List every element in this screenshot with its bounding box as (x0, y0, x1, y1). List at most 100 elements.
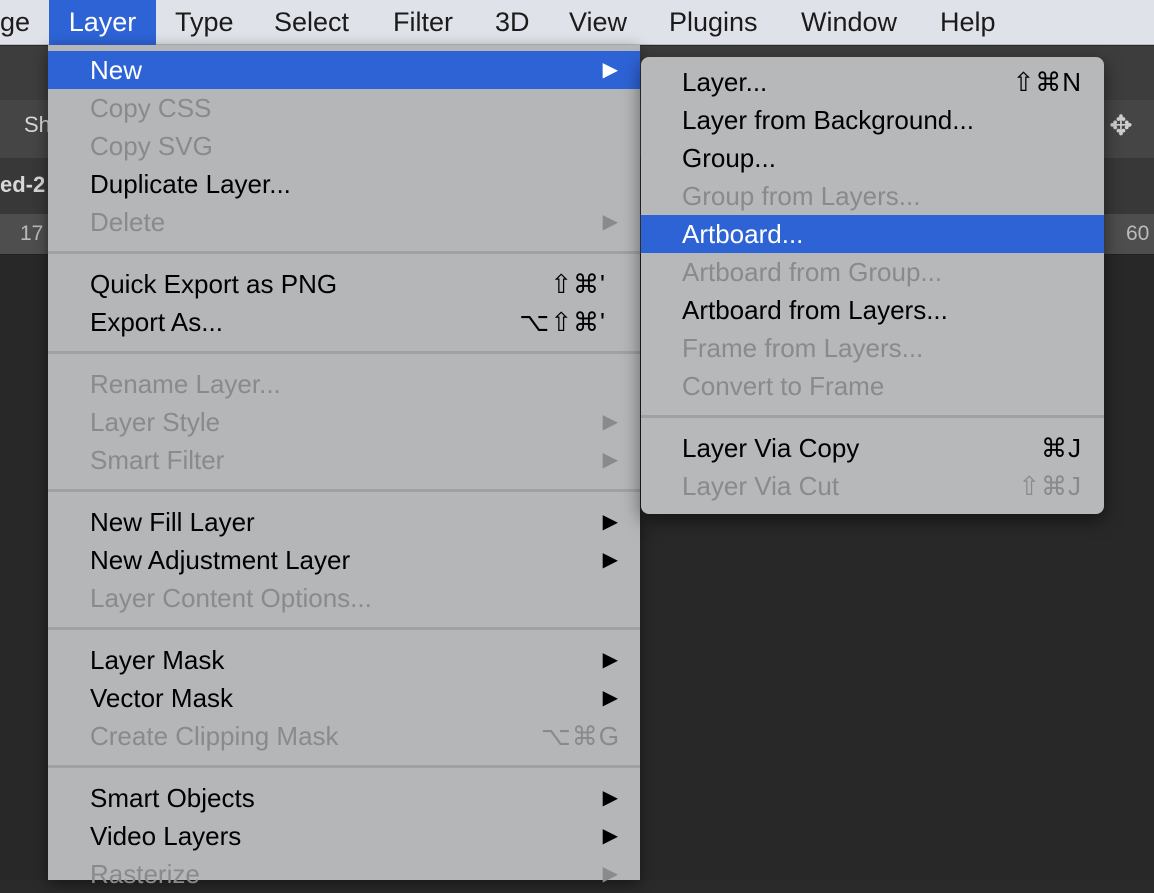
menubar-item-window[interactable]: Window (801, 0, 897, 45)
submenu-arrow-icon: ▶ (602, 211, 618, 233)
menu-item-create-clipping-mask[interactable]: Create Clipping Mask ⌥⌘G (48, 717, 640, 755)
submenu-arrow-icon: ▶ (602, 687, 618, 709)
menu-item-label: Vector Mask (90, 683, 234, 713)
menubar: ge Layer Type Select Filter 3D View Plug… (0, 0, 1154, 45)
move-icon[interactable]: ✥ (1103, 108, 1139, 144)
menu-item-label: Group... (682, 143, 776, 173)
menu-item-label: Artboard... (682, 219, 804, 249)
submenu-arrow-icon: ▶ (602, 549, 618, 571)
submenu-item-frame-from-layers[interactable]: Frame from Layers... (641, 329, 1104, 367)
menubar-item-layer[interactable]: Layer (49, 0, 156, 45)
menu-separator (48, 251, 640, 254)
menu-item-label: Quick Export as PNG (90, 269, 338, 299)
submenu-item-artboard[interactable]: Artboard... (641, 215, 1104, 253)
menu-item-label: Convert to Frame (682, 371, 885, 401)
submenu-arrow-icon: ▶ (602, 863, 618, 885)
submenu-arrow-icon: ▶ (602, 787, 618, 809)
menu-item-label: Frame from Layers... (682, 333, 924, 363)
menu-item-layer-mask[interactable]: Layer Mask ▶ (48, 641, 640, 679)
menu-item-export-as[interactable]: Export As... ⌥⇧⌘' (48, 303, 640, 341)
menu-separator (48, 351, 640, 354)
submenu-arrow-icon: ▶ (602, 59, 618, 81)
menu-separator (48, 489, 640, 492)
menubar-item-filter[interactable]: Filter (393, 0, 453, 45)
ruler-tick-label: 17 (20, 222, 44, 245)
menubar-item-view[interactable]: View (569, 0, 627, 45)
menu-item-delete[interactable]: Delete ▶ (48, 203, 640, 241)
menu-item-label: Layer Via Cut (682, 471, 840, 501)
menu-item-label: Video Layers (90, 821, 242, 851)
menu-item-label: Smart Filter (90, 445, 225, 475)
show-checkbox-label: Sh (24, 112, 51, 137)
menu-item-copy-svg[interactable]: Copy SVG (48, 127, 640, 165)
menu-item-label: Delete (90, 207, 166, 237)
menu-item-label: Rasterize (90, 859, 200, 889)
submenu-item-group-from-layers[interactable]: Group from Layers... (641, 177, 1104, 215)
menu-item-new-fill-layer[interactable]: New Fill Layer ▶ (48, 503, 640, 541)
menu-item-shortcut: ⌥⌘G (540, 721, 620, 751)
submenu-item-group[interactable]: Group... (641, 139, 1104, 177)
submenu-arrow-icon: ▶ (602, 825, 618, 847)
menu-item-shortcut: ⌥⇧⌘' (519, 307, 606, 337)
menubar-item-help[interactable]: Help (940, 0, 996, 45)
menu-item-label: Smart Objects (90, 783, 255, 813)
menu-item-new[interactable]: New ▶ (48, 51, 640, 89)
submenu-item-layer-via-copy[interactable]: Layer Via Copy ⌘J (641, 429, 1104, 467)
ruler-tick-label: 60 (1126, 222, 1150, 245)
menu-item-label: New Adjustment Layer (90, 545, 351, 575)
menu-item-duplicate-layer[interactable]: Duplicate Layer... (48, 165, 640, 203)
menu-item-new-adjustment-layer[interactable]: New Adjustment Layer ▶ (48, 541, 640, 579)
menu-item-label: Layer Via Copy (682, 433, 860, 463)
submenu-item-layer-via-cut[interactable]: Layer Via Cut ⇧⌘J (641, 467, 1104, 505)
menu-item-layer-content-options[interactable]: Layer Content Options... (48, 579, 640, 617)
submenu-arrow-icon: ▶ (602, 511, 618, 533)
menu-item-rasterize[interactable]: Rasterize ▶ (48, 855, 640, 893)
menu-item-shortcut: ⇧⌘J (1018, 471, 1082, 501)
layer-menu: New ▶ Copy CSS Copy SVG Duplicate Layer.… (48, 45, 640, 889)
menubar-item-3d[interactable]: 3D (495, 0, 530, 45)
menu-item-label: New Fill Layer (90, 507, 255, 537)
menu-item-label: Layer Mask (90, 645, 225, 675)
menu-item-label: Export As... (90, 307, 223, 337)
submenu-arrow-icon: ▶ (602, 411, 618, 433)
menu-item-label: Layer Content Options... (90, 583, 372, 613)
menu-item-label: Copy CSS (90, 93, 212, 123)
menu-item-vector-mask[interactable]: Vector Mask ▶ (48, 679, 640, 717)
menu-item-shortcut: ⇧⌘N (1012, 67, 1082, 97)
menu-item-shortcut: ⇧⌘' (550, 269, 606, 299)
submenu-item-artboard-from-layers[interactable]: Artboard from Layers... (641, 291, 1104, 329)
menu-separator (641, 415, 1104, 418)
menubar-item-select[interactable]: Select (274, 0, 349, 45)
menu-item-label: Copy SVG (90, 131, 213, 161)
menubar-item-plugins[interactable]: Plugins (669, 0, 758, 45)
menu-item-label: Group from Layers... (682, 181, 921, 211)
submenu-arrow-icon: ▶ (602, 649, 618, 671)
menu-separator (48, 765, 640, 768)
menu-item-smart-objects[interactable]: Smart Objects ▶ (48, 779, 640, 817)
menu-item-label: Artboard from Layers... (682, 295, 948, 325)
menu-item-label: Duplicate Layer... (90, 169, 291, 199)
menubar-item-type[interactable]: Type (175, 0, 234, 45)
menu-item-label: Artboard from Group... (682, 257, 943, 287)
menubar-item-image[interactable]: ge (0, 0, 30, 45)
submenu-arrow-icon: ▶ (602, 449, 618, 471)
menu-item-label: New (90, 55, 143, 85)
new-submenu: Layer... ⇧⌘N Layer from Background... Gr… (641, 57, 1104, 514)
submenu-item-convert-to-frame[interactable]: Convert to Frame (641, 367, 1104, 405)
menu-item-label: Layer Style (90, 407, 221, 437)
menu-item-video-layers[interactable]: Video Layers ▶ (48, 817, 640, 855)
submenu-item-layer-from-background[interactable]: Layer from Background... (641, 101, 1104, 139)
menu-item-rename-layer[interactable]: Rename Layer... (48, 365, 640, 403)
menu-item-label: Create Clipping Mask (90, 721, 339, 751)
menu-item-shortcut: ⌘J (1041, 433, 1082, 463)
document-tab[interactable]: ed-2 (0, 172, 45, 198)
menu-item-layer-style[interactable]: Layer Style ▶ (48, 403, 640, 441)
submenu-item-layer[interactable]: Layer... ⇧⌘N (641, 63, 1104, 101)
menu-item-label: Layer from Background... (682, 105, 974, 135)
menu-item-smart-filter[interactable]: Smart Filter ▶ (48, 441, 640, 479)
submenu-item-artboard-from-group[interactable]: Artboard from Group... (641, 253, 1104, 291)
menu-item-quick-export-png[interactable]: Quick Export as PNG ⇧⌘' (48, 265, 640, 303)
menu-item-copy-css[interactable]: Copy CSS (48, 89, 640, 127)
menu-separator (48, 627, 640, 630)
menu-item-label: Layer... (682, 67, 768, 97)
